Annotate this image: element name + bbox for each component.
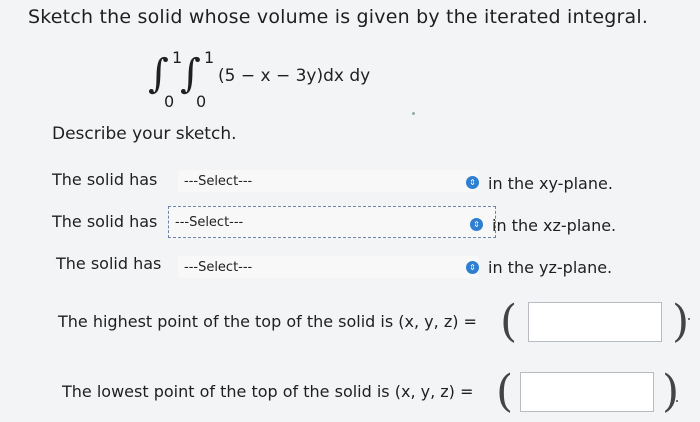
dropdown-arrows-icon[interactable]: ⇕ — [466, 261, 479, 274]
select-xz[interactable]: ---Select--- — [168, 206, 496, 238]
select-xy[interactable]: ---Select--- — [178, 170, 478, 192]
outer-integral-sign: ∫ — [148, 51, 169, 97]
dropdown-arrows-icon[interactable]: ⇕ — [470, 218, 483, 231]
outer-lower-limit: 0 — [164, 92, 175, 111]
plane-label-xy: in the xy-plane. — [488, 174, 613, 193]
row-label-yz: The solid has — [56, 254, 162, 273]
inner-integral-sign: ∫ — [180, 51, 201, 97]
lowest-point-label: The lowest point of the top of the solid… — [62, 382, 474, 401]
select-xy-value: ---Select--- — [184, 173, 253, 189]
period-mark — [688, 318, 690, 320]
inner-lower-limit: 0 — [196, 92, 207, 111]
dropdown-arrows-icon[interactable]: ⇕ — [466, 176, 479, 189]
left-paren: ( — [500, 296, 518, 347]
select-xz-value: ---Select--- — [175, 214, 244, 230]
right-paren: ) — [672, 296, 690, 347]
question-panel: Sketch the solid whose volume is given b… — [0, 0, 700, 422]
iterated-integral: ∫ 1 0 ∫ 1 0 (5 − x − 3y)dx dy — [148, 46, 408, 112]
integrand: (5 − x − 3y)dx dy — [218, 66, 371, 86]
stray-mark — [412, 112, 415, 115]
right-paren: ) — [662, 366, 680, 417]
period-mark — [676, 400, 678, 402]
select-yz[interactable]: ---Select--- — [178, 256, 478, 278]
select-yz-value: ---Select--- — [184, 259, 253, 275]
left-paren: ( — [496, 366, 514, 417]
lowest-point-input[interactable] — [520, 372, 654, 412]
highest-point-input[interactable] — [528, 302, 662, 342]
row-label-xz: The solid has — [52, 212, 158, 231]
row-label-xy: The solid has — [52, 170, 158, 189]
highest-point-label: The highest point of the top of the soli… — [58, 312, 477, 331]
inner-upper-limit: 1 — [204, 48, 215, 67]
describe-label: Describe your sketch. — [52, 124, 237, 144]
plane-label-xz: in the xz-plane. — [492, 216, 617, 235]
question-heading: Sketch the solid whose volume is given b… — [28, 6, 649, 28]
plane-label-yz: in the yz-plane. — [488, 258, 613, 277]
